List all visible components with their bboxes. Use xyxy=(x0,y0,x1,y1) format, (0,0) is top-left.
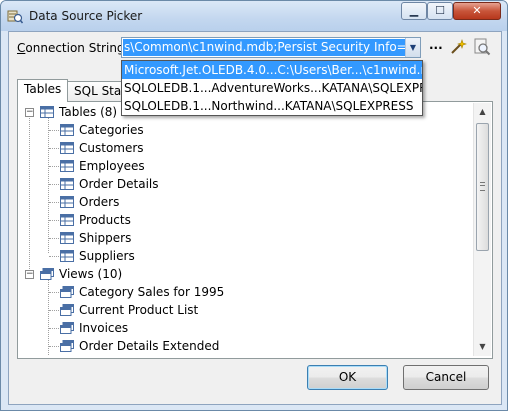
window-title: Data Source Picker xyxy=(29,9,143,23)
view-icon xyxy=(60,340,74,352)
schema-tree[interactable]: − Tables (8) Categories Customers Employ… xyxy=(19,103,473,356)
tree-item-label: Employees xyxy=(79,159,145,173)
view-icon xyxy=(60,304,74,316)
collapse-icon[interactable]: − xyxy=(25,108,34,117)
tree-item-table[interactable]: Order Details xyxy=(19,175,219,193)
view-icon xyxy=(60,322,74,334)
table-icon xyxy=(60,142,74,154)
scroll-down-button[interactable]: ▼ xyxy=(475,339,490,355)
combobox-dropdown-button[interactable]: ▼ xyxy=(405,38,420,57)
tables-tab-panel: − Tables (8) Categories Customers Employ… xyxy=(17,101,493,359)
tree-item-label: Products xyxy=(79,213,131,227)
maximize-button[interactable]: ☐ xyxy=(427,2,453,20)
tree-item-label: Category Sales for 1995 xyxy=(79,285,225,299)
tree-item-table[interactable]: Categories xyxy=(19,121,219,139)
dropdown-option[interactable]: SQLOLEDB.1...AdventureWorks...KATANA\SQL… xyxy=(122,79,422,97)
table-icon xyxy=(60,214,74,226)
scroll-up-button[interactable]: ▲ xyxy=(475,104,490,120)
tree-item-table[interactable]: Employees xyxy=(19,157,219,175)
table-icon xyxy=(60,178,74,190)
connection-string-combobox[interactable]: s\Common\c1nwind.mdb;Persist Security In… xyxy=(121,37,421,58)
tree-item-view[interactable]: Category Sales for 1995 xyxy=(19,283,279,301)
close-icon: ✕ xyxy=(472,4,482,17)
tree-item-label: Invoices xyxy=(79,321,129,335)
tree-item-label: Order Details xyxy=(79,177,159,191)
tree-item-label: Orders xyxy=(79,195,120,209)
table-icon xyxy=(60,160,74,172)
title-bar[interactable]: Data Source Picker ▁ ☐ ✕ xyxy=(1,1,507,31)
connection-label-text: onnection String: xyxy=(25,41,129,55)
tree-vertical-scrollbar[interactable]: ▲ ▼ xyxy=(473,103,491,356)
table-icon xyxy=(60,250,74,262)
cancel-button[interactable]: Cancel xyxy=(403,365,489,390)
tree-item-table[interactable]: Products xyxy=(19,211,219,229)
table-icon xyxy=(60,232,74,244)
tab-tables[interactable]: Tables xyxy=(17,79,68,102)
dropdown-option[interactable]: Microsoft.Jet.OLEDB.4.0...C:\Users\Ber..… xyxy=(122,61,422,79)
grip-icon xyxy=(480,182,485,191)
minimize-button[interactable]: ▁ xyxy=(401,2,427,20)
view-icon xyxy=(40,268,54,280)
dialog-client-area: Connection String: s\Common\c1nwind.mdb;… xyxy=(8,31,502,405)
connection-string-dropdown-list[interactable]: Microsoft.Jet.OLEDB.4.0...C:\Users\Ber..… xyxy=(121,60,423,116)
tree-item-table[interactable]: Shippers xyxy=(19,229,219,247)
tree-item-label: Shippers xyxy=(79,231,132,245)
tab-sql-statement[interactable]: SQL Statement xyxy=(67,81,123,101)
tree-item-label: Categories xyxy=(79,123,144,137)
view-icon xyxy=(60,286,74,298)
browse-button[interactable]: ... xyxy=(429,38,443,52)
tree-group-label: Views (10) xyxy=(59,267,123,281)
tree-item-label: Order Details Extended xyxy=(79,339,220,353)
tree-item-label: Customers xyxy=(79,141,144,155)
build-connection-icon[interactable] xyxy=(449,38,467,56)
minimize-icon: ▁ xyxy=(409,4,419,17)
scroll-up-icon: ▲ xyxy=(479,107,486,116)
collapse-icon[interactable]: − xyxy=(25,270,34,279)
test-connection-icon[interactable] xyxy=(473,38,491,56)
data-source-icon xyxy=(7,10,23,24)
tree-item-label: Suppliers xyxy=(79,249,135,263)
tree-item-view[interactable]: Current Product List xyxy=(19,301,279,319)
tree-item-view[interactable]: Order Details Extended xyxy=(19,337,279,355)
ok-button[interactable]: OK xyxy=(307,365,388,390)
connection-string-value[interactable]: s\Common\c1nwind.mdb;Persist Security In… xyxy=(123,39,406,56)
tree-item-label: Current Product List xyxy=(79,303,199,317)
table-icon xyxy=(60,124,74,136)
table-icon xyxy=(60,196,74,208)
scroll-down-icon: ▼ xyxy=(479,342,486,351)
scrollbar-thumb[interactable] xyxy=(476,123,489,251)
dropdown-option[interactable]: SQLOLEDB.1...Northwind...KATANA\SQLEXPRE… xyxy=(122,97,422,115)
tree-item-table[interactable]: Suppliers xyxy=(19,247,219,265)
connection-string-label: Connection String: xyxy=(17,41,129,55)
close-button[interactable]: ✕ xyxy=(453,2,501,20)
chevron-down-icon: ▼ xyxy=(409,43,417,52)
data-source-picker-window: Data Source Picker ▁ ☐ ✕ Connection Stri… xyxy=(0,0,508,411)
maximize-icon: ☐ xyxy=(435,4,445,17)
tree-item-table[interactable]: Customers xyxy=(19,139,219,157)
tree-item-view[interactable]: Invoices xyxy=(19,319,279,337)
tree-item-table[interactable]: Orders xyxy=(19,193,219,211)
tree-group-label: Tables (8) xyxy=(59,105,118,119)
table-icon xyxy=(40,106,54,118)
